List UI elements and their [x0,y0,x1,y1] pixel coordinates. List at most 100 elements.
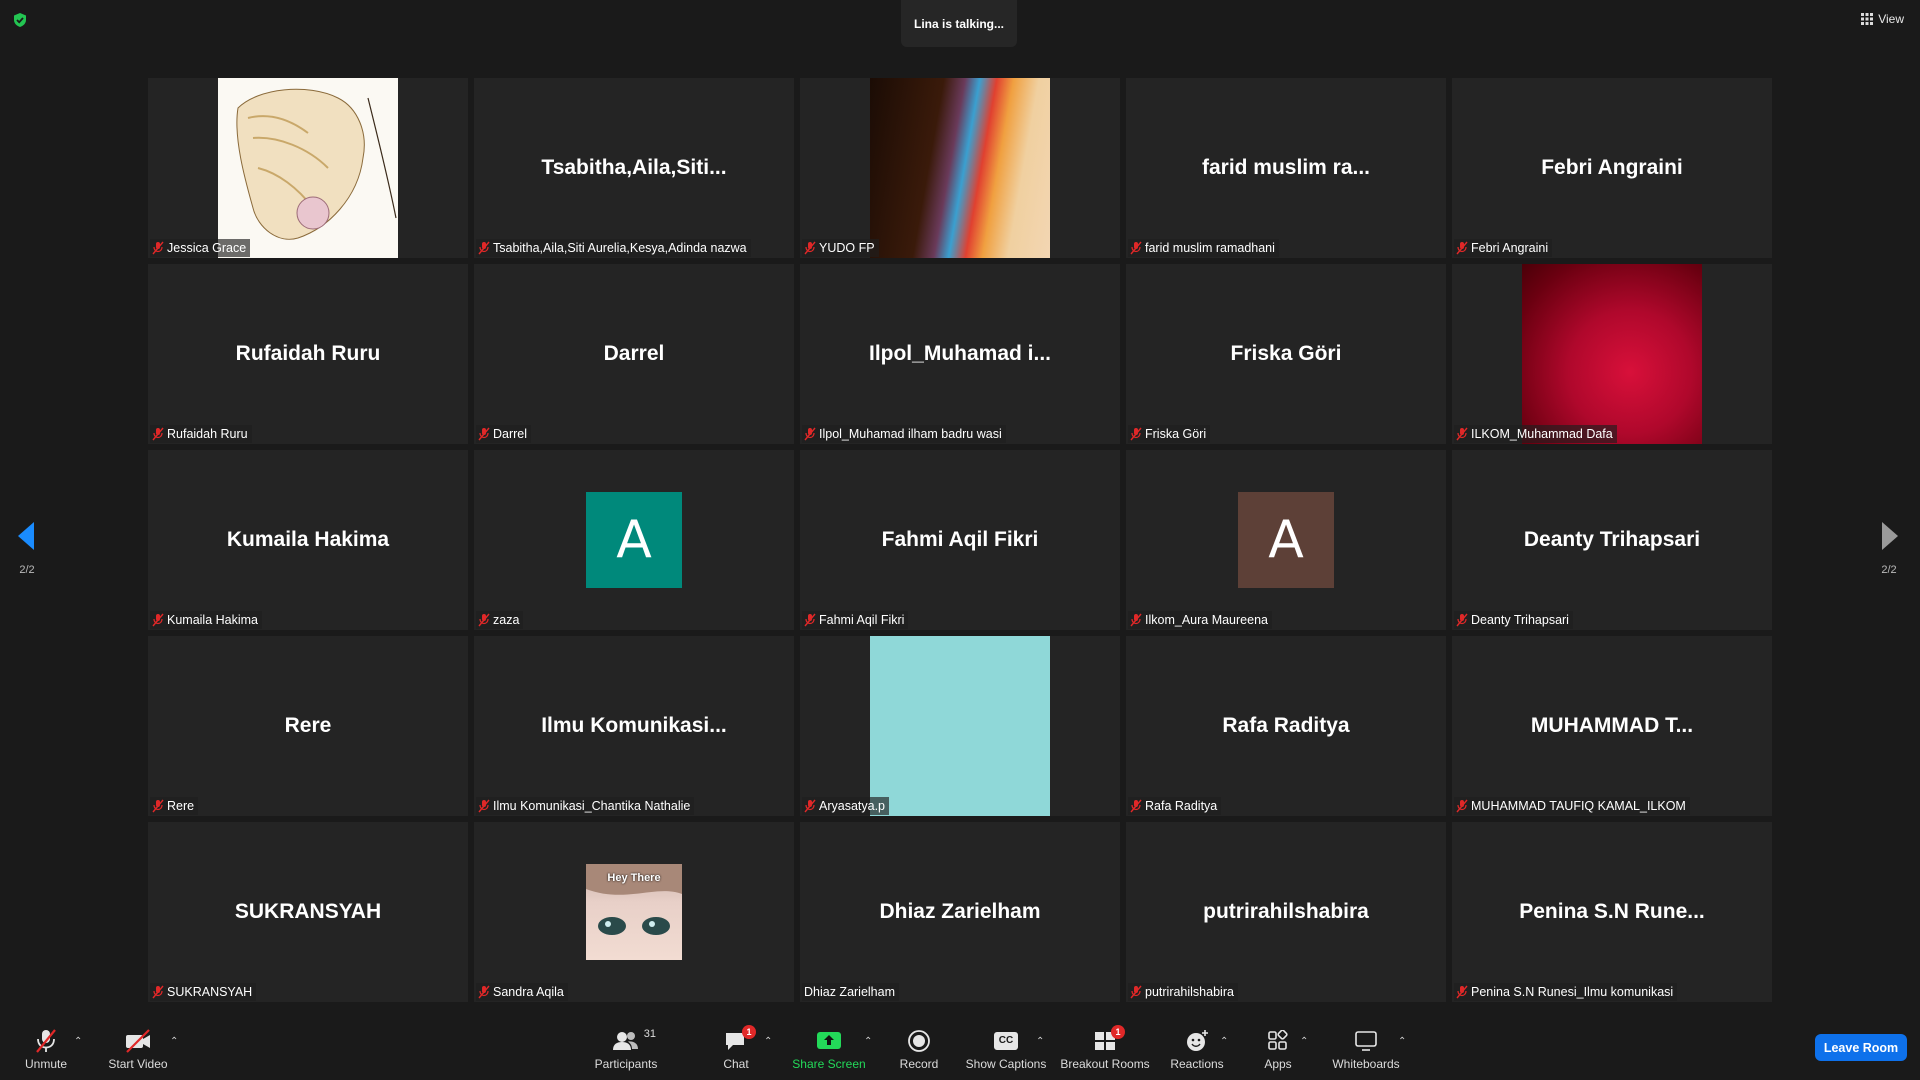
share-options-caret[interactable]: ⌃ [864,1036,872,1047]
unmute-button[interactable]: Unmute [18,1018,74,1080]
video-options-caret[interactable]: ⌃ [170,1036,178,1047]
mic-muted-icon [1456,241,1468,255]
shield-check-icon[interactable] [12,12,28,28]
participant-name-label: MUHAMMAD TAUFIQ KAMAL_ILKOM [1454,797,1690,815]
participant-tile[interactable]: farid muslim ra... farid muslim ramadhan… [1126,78,1446,258]
participant-name: zaza [493,613,520,627]
share-screen-button[interactable]: Share Screen [790,1018,868,1080]
participant-display-name: Fahmi Aqil Fikri [881,528,1039,551]
participant-name: Jessica Grace [167,241,247,255]
whiteboards-options-caret[interactable]: ⌃ [1398,1036,1406,1047]
start-video-button[interactable]: Start Video [102,1018,174,1080]
mic-muted-icon [804,241,816,255]
participant-tile[interactable]: Hey There Sandra Aqila [474,822,794,1002]
participant-display-name: Friska Göri [1230,342,1342,365]
participant-tile[interactable]: Darrel Darrel [474,264,794,444]
whiteboards-button[interactable]: Whiteboards [1326,1018,1406,1080]
chat-button[interactable]: 1 Chat [712,1018,760,1080]
participant-name: Penina S.N Runesi_Ilmu komunikasi [1471,985,1674,999]
participant-name-label: Aryasatya.p [802,797,890,815]
participant-display-name: Ilpol_Muhamad i... [868,342,1052,365]
mic-muted-icon [478,613,490,627]
chevron-right-icon [1882,522,1898,550]
participant-name: Ilkom_Aura Maureena [1145,613,1268,627]
participant-name: Ilpol_Muhamad ilham badru wasi [819,427,1002,441]
mic-muted-icon [804,799,816,813]
apps-options-caret[interactable]: ⌃ [1300,1036,1308,1047]
participant-tile[interactable]: Deanty Trihapsari Deanty Trihapsari [1452,450,1772,630]
breakout-rooms-button[interactable]: 1 Breakout Rooms [1060,1018,1150,1080]
participant-tile[interactable]: Fahmi Aqil Fikri Fahmi Aqil Fikri [800,450,1120,630]
participant-name: Deanty Trihapsari [1471,613,1569,627]
participant-tile[interactable]: putrirahilshabira putrirahilshabira [1126,822,1446,1002]
show-captions-button[interactable]: CC Show Captions [964,1018,1048,1080]
participant-tile[interactable]: ILKOM_Muhammad Dafa [1452,264,1772,444]
participant-name: MUHAMMAD TAUFIQ KAMAL_ILKOM [1471,799,1686,813]
participant-tile[interactable]: Jessica Grace [148,78,468,258]
previous-page-button[interactable]: 2/2 [18,522,36,576]
participant-tile[interactable]: Friska Göri Friska Göri [1126,264,1446,444]
participant-display-name: SUKRANSYAH [234,900,382,923]
audio-options-caret[interactable]: ⌃ [74,1036,82,1047]
participant-tile[interactable]: MUHAMMAD T... MUHAMMAD TAUFIQ KAMAL_ILKO… [1452,636,1772,816]
chat-label: Chat [723,1056,749,1071]
participant-name: SUKRANSYAH [167,985,253,999]
mic-muted-icon [34,1028,58,1054]
participant-name: YUDO FP [819,241,875,255]
participant-name-label: Dhiaz Zarielham [802,983,900,1001]
participant-tile[interactable]: Rere Rere [148,636,468,816]
participant-name-label: YUDO FP [802,239,879,257]
leave-room-button[interactable]: Leave Room [1815,1034,1907,1061]
participant-tile[interactable]: Tsabitha,Aila,Siti... Tsabitha,Aila,Siti… [474,78,794,258]
chat-badge: 1 [742,1024,756,1039]
participant-tile[interactable]: Rufaidah Ruru Rufaidah Ruru [148,264,468,444]
page-indicator-left: 2/2 [19,564,35,576]
participant-tile[interactable]: A zaza [474,450,794,630]
profile-picture [1522,264,1702,444]
participant-tile[interactable]: A Ilkom_Aura Maureena [1126,450,1446,630]
participant-tile[interactable]: Ilpol_Muhamad i... Ilpol_Muhamad ilham b… [800,264,1120,444]
participant-name-label: Ilpol_Muhamad ilham badru wasi [802,425,1006,443]
participant-name-label: Febri Angraini [1454,239,1553,257]
participant-display-name: MUHAMMAD T... [1530,714,1694,737]
participant-tile[interactable]: SUKRANSYAH SUKRANSYAH [148,822,468,1002]
reactions-options-caret[interactable]: ⌃ [1220,1036,1228,1047]
apps-icon [1267,1028,1289,1054]
participant-display-name: putrirahilshabira [1203,900,1369,923]
mic-muted-icon [804,427,816,441]
participant-display-name: Dhiaz Zarielham [879,900,1041,923]
captions-options-caret[interactable]: ⌃ [1036,1036,1044,1047]
mic-muted-icon [478,427,490,441]
reactions-button[interactable]: Reactions [1168,1018,1226,1080]
chevron-left-icon [18,522,34,550]
chat-options-caret[interactable]: ⌃ [764,1036,772,1047]
participant-tile[interactable]: Dhiaz Zarielham Dhiaz Zarielham [800,822,1120,1002]
participant-name-label: Ilkom_Aura Maureena [1128,611,1272,629]
mic-muted-icon [152,985,164,999]
participant-name-label: Penina S.N Runesi_Ilmu komunikasi [1454,983,1678,1001]
next-page-button[interactable]: 2/2 [1880,522,1898,576]
record-button[interactable]: Record [892,1018,946,1080]
captions-icon: CC [994,1028,1018,1054]
participant-tile[interactable]: Penina S.N Rune... Penina S.N Runesi_Ilm… [1452,822,1772,1002]
participant-tile[interactable]: Rafa Raditya Rafa Raditya [1126,636,1446,816]
participant-tile[interactable]: Aryasatya.p [800,636,1120,816]
breakout-rooms-icon: 1 [1093,1024,1125,1054]
mic-muted-icon [1130,985,1142,999]
mic-muted-icon [478,799,490,813]
profile-picture [870,636,1050,816]
apps-button[interactable]: Apps [1250,1018,1306,1080]
participant-tile[interactable]: Ilmu Komunikasi... Ilmu Komunikasi_Chant… [474,636,794,816]
participant-name: Sandra Aqila [493,985,564,999]
avatar: A [586,492,682,588]
participant-tile[interactable]: Kumaila Hakima Kumaila Hakima [148,450,468,630]
profile-picture-caption: Hey There [607,872,661,884]
mic-muted-icon [152,427,164,441]
participants-icon: 31 [612,1028,656,1054]
participant-display-name: Ilmu Komunikasi... [541,714,727,737]
participants-button[interactable]: 31 Participants [590,1018,662,1080]
view-button[interactable]: View [1861,12,1904,26]
participant-tile[interactable]: Febri Angraini Febri Angraini [1452,78,1772,258]
unmute-label: Unmute [24,1056,68,1071]
participant-tile[interactable]: YUDO FP [800,78,1120,258]
